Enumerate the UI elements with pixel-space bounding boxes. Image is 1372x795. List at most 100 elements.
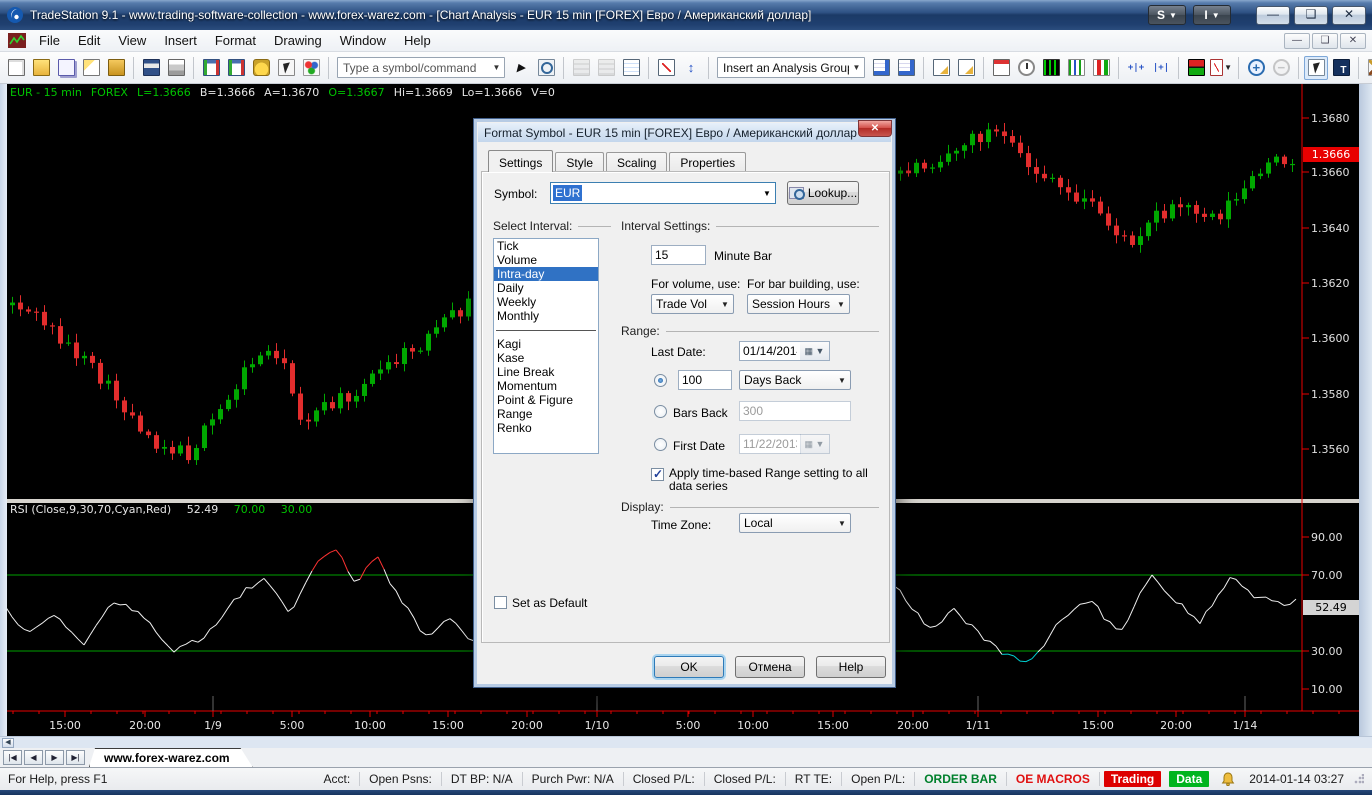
last-workspace-icon[interactable]: ▶| xyxy=(66,750,85,765)
prev-workspace-icon[interactable]: ◀ xyxy=(24,750,43,765)
time-zone-combo[interactable]: Local▼ xyxy=(739,513,851,533)
colors-icon[interactable] xyxy=(299,56,323,80)
chevron-down-icon[interactable]: ▼ xyxy=(489,58,504,77)
symbol-command-combo-value[interactable]: Type a symbol/command xyxy=(338,61,489,75)
interval-option[interactable]: Daily xyxy=(494,281,598,295)
tab-properties[interactable]: Properties xyxy=(669,152,746,171)
pointer-icon[interactable] xyxy=(1304,56,1328,80)
symbol-combo[interactable]: EUR ▼ xyxy=(550,182,776,204)
volume-source-combo[interactable]: Trade Vol▼ xyxy=(651,294,734,314)
format-symbol-icon[interactable] xyxy=(929,56,953,80)
dialog-close-icon[interactable]: ✕ xyxy=(858,120,892,137)
bar-building-combo[interactable]: Session Hours▼ xyxy=(747,294,850,314)
order-bar-status[interactable]: ORDER BAR xyxy=(915,772,1007,786)
chevron-down-icon[interactable]: ▼ xyxy=(834,519,850,528)
scroll-left-icon[interactable]: ◀ xyxy=(2,738,14,748)
interval-option[interactable]: Volume xyxy=(494,253,598,267)
chevron-down-icon[interactable]: ▼ xyxy=(717,300,733,309)
apply-range-checkbox[interactable] xyxy=(651,468,664,481)
first-date-radio[interactable] xyxy=(654,438,667,451)
cancel-button[interactable]: Отмена xyxy=(735,656,805,678)
open-icon[interactable] xyxy=(29,56,53,80)
time-frame-icon[interactable] xyxy=(1014,56,1038,80)
research-icon[interactable] xyxy=(619,56,643,80)
analysis-group-combo-value[interactable]: Insert an Analysis Group xyxy=(718,61,849,75)
interval-option[interactable]: Line Break xyxy=(494,365,598,379)
print-icon[interactable] xyxy=(164,56,188,80)
close-button[interactable]: ✕ xyxy=(1332,6,1366,25)
ok-button[interactable]: OK xyxy=(654,656,724,678)
decrease-spacing-icon[interactable] xyxy=(1149,56,1173,80)
candle-style-icon[interactable] xyxy=(1089,56,1113,80)
interval-option[interactable]: Tick xyxy=(494,239,598,253)
minimize-button[interactable]: — xyxy=(1256,6,1290,25)
tab-style[interactable]: Style xyxy=(555,152,604,171)
add-analysis-icon[interactable] xyxy=(869,56,893,80)
vertical-scrollbar[interactable] xyxy=(1359,84,1372,736)
intelligence-button[interactable]: I▼ xyxy=(1193,5,1231,25)
child-minimize-button[interactable]: — xyxy=(1284,33,1310,49)
days-back-radio[interactable] xyxy=(654,374,667,387)
interval-option[interactable]: Momentum xyxy=(494,379,598,393)
first-workspace-icon[interactable]: |◀ xyxy=(3,750,22,765)
tab-settings[interactable]: Settings xyxy=(488,150,553,172)
lookup-button[interactable]: Lookup... xyxy=(787,181,859,205)
interval-listbox[interactable]: TickVolumeIntra-dayDailyWeeklyMonthly Kag… xyxy=(493,238,599,454)
save-icon[interactable] xyxy=(139,56,163,80)
chart-analysis-icon[interactable] xyxy=(654,56,678,80)
set-default-checkbox[interactable] xyxy=(494,596,507,609)
new-document-icon[interactable] xyxy=(4,56,28,80)
menu-help[interactable]: Help xyxy=(395,31,440,50)
menu-window[interactable]: Window xyxy=(331,31,395,50)
sort-icon[interactable] xyxy=(679,56,703,80)
horizontal-scrollbar[interactable]: ◀ xyxy=(0,736,1372,748)
oe-macros-status[interactable]: OE MACROS xyxy=(1007,772,1100,786)
interval-option[interactable]: Kase xyxy=(494,351,598,365)
menu-format[interactable]: Format xyxy=(206,31,265,50)
minutes-input[interactable] xyxy=(651,245,706,265)
bar-style-icon[interactable] xyxy=(1064,56,1088,80)
close-workspace-icon[interactable] xyxy=(104,56,128,80)
zoom-in-icon[interactable] xyxy=(1244,56,1268,80)
run-command-icon[interactable] xyxy=(509,56,533,80)
child-close-button[interactable]: ✕ xyxy=(1340,33,1366,49)
symbol-command-combo[interactable]: Type a symbol/command▼ xyxy=(337,57,505,78)
interval-option[interactable]: Renko xyxy=(494,421,598,435)
menu-insert[interactable]: Insert xyxy=(155,31,206,50)
chevron-down-icon[interactable]: ▼ xyxy=(834,376,850,385)
resize-grip[interactable] xyxy=(1354,774,1364,784)
open-workspace-icon[interactable] xyxy=(54,56,78,80)
drawing-tools-icon[interactable]: ▼ xyxy=(1209,56,1233,80)
increase-spacing-icon[interactable] xyxy=(1124,56,1148,80)
strategy-network-button[interactable]: S▼ xyxy=(1148,5,1186,25)
sessions-icon[interactable] xyxy=(989,56,1013,80)
workspace-tab[interactable]: www.forex-warez.com xyxy=(89,748,253,767)
format-window-icon[interactable] xyxy=(954,56,978,80)
alert-bell-icon[interactable] xyxy=(1221,772,1235,786)
dialog-title-bar[interactable]: Format Symbol - EUR 15 min [FOREX] Евро … xyxy=(478,123,891,142)
chevron-down-icon[interactable]: ▼ xyxy=(833,300,849,309)
bars-back-radio[interactable] xyxy=(654,405,667,418)
interval-option[interactable]: Range xyxy=(494,407,598,421)
child-restore-button[interactable]: ❑ xyxy=(1312,33,1338,49)
lock-icon[interactable] xyxy=(249,56,273,80)
last-date-input[interactable] xyxy=(739,341,801,361)
help-button[interactable]: Help xyxy=(816,656,886,678)
format-pointer-icon[interactable] xyxy=(274,56,298,80)
last-date-calendar-icon[interactable]: ▦ ▼ xyxy=(800,341,830,361)
interval-option[interactable]: Intra-day xyxy=(494,267,598,281)
volume-style-icon[interactable] xyxy=(1039,56,1063,80)
paste-icon[interactable] xyxy=(79,56,103,80)
next-workspace-icon[interactable]: ▶ xyxy=(45,750,64,765)
interval-option[interactable]: Weekly xyxy=(494,295,598,309)
chevron-down-icon[interactable]: ▼ xyxy=(759,189,775,198)
interval-option[interactable]: Monthly xyxy=(494,309,598,323)
menu-drawing[interactable]: Drawing xyxy=(265,31,331,50)
menu-edit[interactable]: Edit xyxy=(69,31,109,50)
analysis-group-combo[interactable]: Insert an Analysis Group▼ xyxy=(717,57,865,78)
menu-view[interactable]: View xyxy=(109,31,155,50)
chevron-down-icon[interactable]: ▼ xyxy=(849,58,864,77)
tab-scaling[interactable]: Scaling xyxy=(606,152,667,171)
order-bar-icon[interactable] xyxy=(1184,56,1208,80)
interval-option[interactable]: Kagi xyxy=(494,337,598,351)
